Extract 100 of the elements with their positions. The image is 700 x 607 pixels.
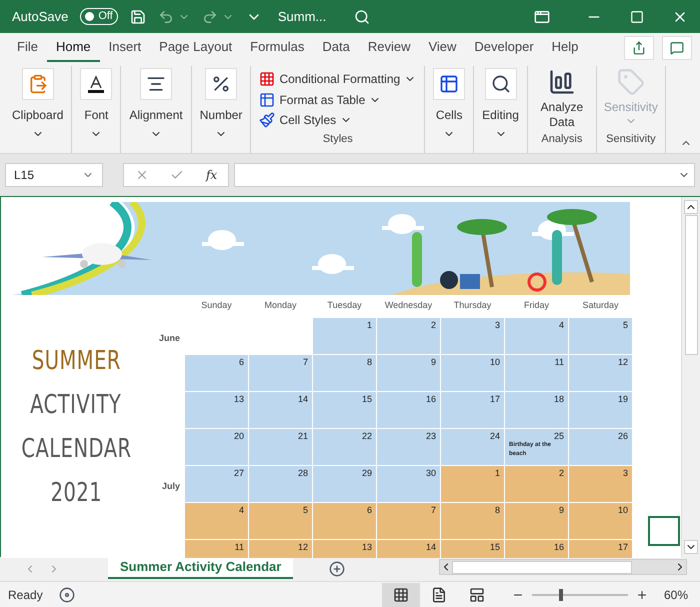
- save-icon[interactable]: [130, 8, 146, 24]
- day-cell: 6: [313, 503, 376, 539]
- ribbon-button[interactable]: Font: [72, 68, 120, 151]
- share-button[interactable]: [624, 36, 654, 60]
- ribbon-tab[interactable]: Review: [358, 33, 420, 62]
- day-cell: 2: [505, 466, 568, 502]
- day-cell: 27: [185, 466, 248, 502]
- chart-icon: [548, 68, 576, 96]
- ribbon-tab[interactable]: Developer: [465, 33, 543, 62]
- ribbon-tab[interactable]: Help: [542, 33, 588, 62]
- search-icon[interactable]: [354, 8, 370, 24]
- day-cell: 11: [185, 540, 248, 558]
- day-cell: 30: [377, 466, 440, 502]
- weekday-header: Tuesday: [326, 299, 363, 312]
- ribbon-button[interactable]: Editing: [474, 68, 527, 151]
- day-cell: 18: [505, 392, 568, 428]
- day-cell: 7: [249, 355, 312, 391]
- day-cell: 16: [505, 540, 568, 558]
- ribbon-button[interactable]: Analyze Data: [532, 68, 592, 130]
- group-label: Sensitivity: [606, 132, 656, 146]
- add-sheet-icon[interactable]: [329, 561, 346, 577]
- scroll-up-button[interactable]: [684, 200, 698, 214]
- table-icon: [439, 74, 460, 94]
- zoom-level: 60%: [664, 586, 688, 604]
- ribbon-tab[interactable]: Insert: [100, 33, 150, 62]
- insert-function-button[interactable]: fx: [206, 166, 218, 184]
- weekday-header: Monday: [263, 299, 298, 312]
- zoom-in-icon[interactable]: [636, 588, 648, 600]
- formula-input[interactable]: [234, 163, 695, 187]
- weekday-header: Saturday: [581, 299, 620, 312]
- status-text: Ready: [8, 586, 43, 604]
- letter-a-icon: [86, 74, 106, 94]
- day-cell: 10: [441, 355, 504, 391]
- autosave-toggle[interactable]: Off: [80, 8, 118, 25]
- day-cell: 17: [569, 540, 632, 558]
- day-cell: 10: [569, 503, 632, 539]
- comment-icon: [670, 40, 684, 54]
- maximize-icon[interactable]: [630, 10, 644, 24]
- day-cell: 6: [185, 355, 248, 391]
- ribbon-button[interactable]: Number: [192, 68, 250, 151]
- day-cell: 5: [569, 318, 632, 354]
- ribbon-tab[interactable]: Page Layout: [150, 33, 242, 62]
- day-cell: 3: [441, 318, 504, 354]
- day-cell: 12: [249, 540, 312, 558]
- day-cell: 4: [185, 503, 248, 539]
- grid-icon: [259, 71, 276, 88]
- zoom-thumb[interactable]: [558, 588, 563, 600]
- name-box[interactable]: L15: [5, 163, 103, 187]
- day-cell: 21: [249, 429, 312, 465]
- day-cell: 8: [441, 503, 504, 539]
- ribbon-button[interactable]: Conditional Formatting: [259, 69, 416, 90]
- day-cell: 1: [313, 318, 376, 354]
- toggle-knob: [85, 12, 94, 21]
- calendar-title: 2021: [50, 477, 102, 510]
- day-cell: 11: [505, 355, 568, 391]
- day-cell: 29: [313, 466, 376, 502]
- day-cell: 20: [185, 429, 248, 465]
- ribbon-tab[interactable]: File: [8, 33, 47, 62]
- calendar-title: ACTIVITY: [30, 389, 122, 422]
- ribbon-button[interactable]: Format as Table: [259, 90, 416, 110]
- sheet-tab[interactable]: Summer Activity Calendar: [108, 557, 294, 579]
- ribbon-display-icon[interactable]: [534, 8, 550, 24]
- scroll-down-button[interactable]: [684, 540, 698, 554]
- comments-button[interactable]: [662, 36, 692, 60]
- day-cell: 15: [441, 540, 504, 558]
- page-break-icon: [468, 586, 485, 602]
- weekday-header: Thursday: [452, 299, 492, 312]
- day-cell: 16: [377, 392, 440, 428]
- day-cell: 13: [185, 392, 248, 428]
- day-cell: 4: [505, 318, 568, 354]
- day-cell: 23: [377, 429, 440, 465]
- day-cell: 28: [249, 466, 312, 502]
- scroll-thumb[interactable]: [452, 560, 632, 574]
- ribbon-tab[interactable]: View: [419, 33, 466, 62]
- ribbon-button[interactable]: Cells: [425, 68, 474, 151]
- scroll-thumb[interactable]: [684, 215, 698, 355]
- brush-icon: [259, 112, 276, 128]
- day-cell: 12: [569, 355, 632, 391]
- percent-icon: [211, 74, 232, 94]
- file-name: Summ...: [278, 8, 326, 26]
- ribbon-tab[interactable]: Data: [313, 33, 359, 62]
- ribbon-tab[interactable]: Formulas: [241, 33, 314, 62]
- day-cell: 7: [377, 503, 440, 539]
- share-icon: [632, 40, 646, 54]
- ribbon-button[interactable]: Alignment: [121, 68, 191, 151]
- ribbon-button[interactable]: Cell Styles: [259, 110, 416, 130]
- day-cell: 3: [569, 466, 632, 502]
- day-cell: 1: [441, 466, 504, 502]
- day-cell: 9: [377, 355, 440, 391]
- macro-recording-icon[interactable]: [58, 586, 75, 602]
- ribbon-button[interactable]: Clipboard: [4, 68, 72, 151]
- month-label: June: [158, 332, 181, 345]
- selected-cell[interactable]: [648, 516, 680, 546]
- calendar-title: CALENDAR: [20, 433, 132, 466]
- view-button[interactable]: [382, 582, 420, 606]
- group-label: Analysis: [541, 132, 582, 146]
- day-cell: 19: [569, 392, 632, 428]
- group-label: Styles: [322, 132, 354, 146]
- month-label: July: [162, 480, 181, 493]
- day-cell: 9: [505, 503, 568, 539]
